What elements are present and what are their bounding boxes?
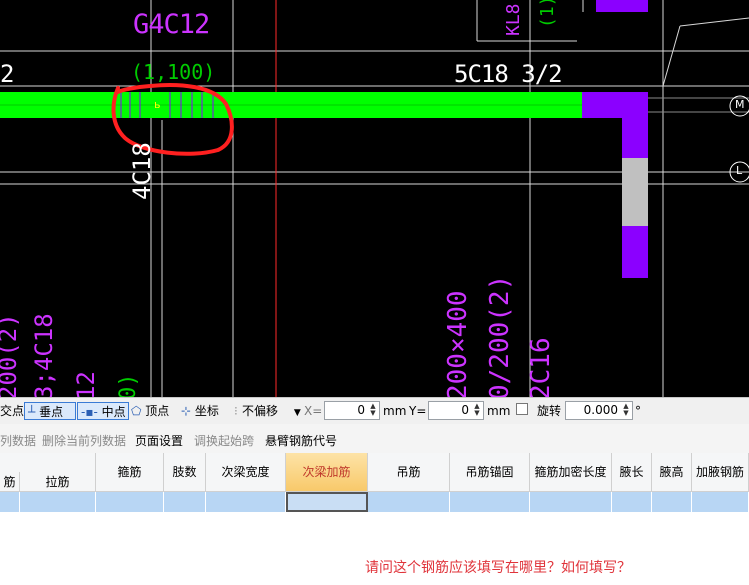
cell-zhishu[interactable] (164, 492, 206, 512)
x-label: X= (304, 404, 323, 418)
y-spinner[interactable]: ▲ ▼ (472, 403, 482, 418)
cad-drawing: ь (0, 0, 749, 397)
rotate-checkbox[interactable] (516, 403, 528, 415)
cell-ciliang-kuandu[interactable] (206, 492, 286, 512)
snap-zhongdian-button[interactable]: -▪- 中点 (77, 402, 129, 420)
header-ciliang-jiajin[interactable]: 次梁加筋 (286, 453, 368, 492)
snap-toolbar: 交点 ┴ 垂点 -▪- 中点 ⬠ 顶点 ⊹ 坐标 ⁝ 不偏移 ▼ X= 0 ▲ ▼… (0, 397, 749, 424)
header-gujin[interactable]: 箍筋 (96, 453, 164, 492)
rotate-spinner[interactable]: ▲ ▼ (621, 403, 631, 418)
dingdian-icon: ⬠ (131, 404, 142, 418)
cell-diaojin-maogu[interactable] (450, 492, 530, 512)
label-g4c12: G4C12 (133, 9, 210, 40)
cad-canvas[interactable]: ь G4C12 (1,100) 5C18 3/2 2 4C18 KL8 (1)(… (0, 0, 749, 397)
rotate-label: 旋转 (537, 404, 562, 418)
question-text: 请问这个钢筋应该填写在哪里？如何填写？ (365, 560, 631, 576)
cell-diaojin[interactable] (368, 492, 450, 512)
zuobiao-icon: ⊹ (181, 404, 192, 418)
marker-l-label: L (736, 164, 743, 177)
cell-lajin[interactable] (20, 492, 96, 512)
cell-jiaye-gangjin[interactable] (692, 492, 749, 512)
x-input-value: 0 (357, 403, 365, 417)
label-5c18: 5C18 3/2 (454, 60, 563, 88)
label-0-paren: 0) (116, 373, 141, 398)
cantilever-rebar-code-button[interactable]: 悬臂钢筋代号 (265, 432, 337, 449)
header-jiaye-gangjin[interactable]: 加腋钢筋 (692, 453, 749, 492)
delete-col-data-button[interactable]: 删除当前列数据 (42, 432, 126, 449)
snap-chuidian-button[interactable]: ┴ 垂点 (24, 402, 76, 420)
purple-column-bottom[interactable] (622, 226, 648, 278)
header-diaojin-maogu[interactable]: 吊筋锚固 (450, 453, 530, 492)
grid-toolbar: 列数据 删除当前列数据 页面设置 调换起始跨 悬臂钢筋代号 (0, 424, 749, 454)
snap-chuidian-label: 垂点 (39, 405, 64, 419)
chuidian-icon: ┴ (28, 405, 36, 419)
cell-jin[interactable] (0, 492, 20, 512)
cell-gujin-jiami-changdu[interactable] (530, 492, 612, 512)
x-spinner[interactable]: ▲ ▼ (368, 403, 378, 418)
toolbar-separator: ⁝ (234, 404, 238, 418)
purple-column-topedge[interactable] (596, 0, 648, 12)
zhongdian-icon: -▪- (81, 405, 98, 419)
table-row[interactable] (0, 492, 749, 512)
y-input-value: 0 (461, 403, 469, 417)
header-ciliang-kuandu[interactable]: 次梁宽度 (206, 453, 286, 492)
offset-select[interactable]: 不偏移 ▼ (242, 402, 301, 420)
rotate-input-value: 0.000 (583, 403, 618, 417)
label-kl8: KL8 (503, 3, 524, 36)
label-3-4c18: 3;4C18 (30, 313, 58, 397)
header-group-blank (0, 453, 96, 473)
header-yechang[interactable]: 腋长 (612, 453, 652, 492)
label-4c18: 4C18 (128, 142, 156, 200)
yellow-marker: ь (154, 98, 160, 111)
purple-column-top[interactable] (622, 118, 648, 158)
cell-yegao[interactable] (652, 492, 692, 512)
rotate-input[interactable]: 0.000 ▲ ▼ (565, 401, 633, 420)
header-jin[interactable]: 筋 (0, 472, 20, 492)
snap-zuobiao-label: 坐标 (194, 404, 219, 418)
header-gujin-jiami-changdu[interactable]: 箍筋加密长度 (530, 453, 612, 492)
y-input[interactable]: 0 ▲ ▼ (428, 401, 484, 420)
snap-dingdian-button[interactable]: ⬠ 顶点 (131, 402, 169, 420)
label-kl8-num: (1)( (537, 0, 558, 28)
label-0-200-2: 0/200(2) (485, 274, 515, 397)
degree-symbol: ° (635, 404, 641, 418)
header-zhishu[interactable]: 肢数 (164, 453, 206, 492)
label-left-200-2: 200(2) (0, 313, 22, 397)
y-label: Y= (409, 404, 427, 418)
header-diaojin[interactable]: 吊筋 (368, 453, 450, 492)
offset-select-value: 不偏移 (242, 404, 279, 418)
grey-column-segment[interactable] (622, 158, 648, 226)
chevron-down-icon: ▼ (293, 408, 301, 418)
snap-zhongdian-label: 中点 (101, 405, 126, 419)
marker-m-label: M (735, 98, 745, 111)
purple-beam-end[interactable] (582, 92, 648, 118)
header-lajin[interactable]: 拉筋 (20, 472, 96, 492)
snap-dingdian-label: 顶点 (145, 404, 170, 418)
label-200x400: 200×400 (443, 290, 473, 397)
label-span-1100: (1,100) (131, 60, 216, 84)
y-unit: mm (487, 404, 511, 418)
x-input[interactable]: 0 ▲ ▼ (324, 401, 380, 420)
adjust-start-span-button[interactable]: 调换起始跨 (194, 432, 254, 449)
beam-rebar-table: 筋 拉筋 箍筋 肢数 次梁宽度 次梁加筋 吊筋 吊筋锚固 箍筋加密长度 腋长 腋… (0, 453, 749, 515)
header-yegao[interactable]: 腋高 (652, 453, 692, 492)
col-data-button[interactable]: 列数据 (0, 432, 36, 449)
x-unit: mm (383, 404, 407, 418)
cell-yechang[interactable] (612, 492, 652, 512)
label-12: 12 (72, 371, 100, 397)
label-left-2: 2 (0, 60, 15, 88)
snap-jiaodian-button[interactable]: 交点 (0, 402, 24, 420)
page-setup-button[interactable]: 页面设置 (135, 432, 183, 449)
label-2c16: 2C16 (526, 337, 556, 397)
cell-ciliang-jiajin[interactable] (286, 492, 368, 512)
cell-gujin[interactable] (96, 492, 164, 512)
snap-zuobiao-button[interactable]: ⊹ 坐标 (181, 402, 219, 420)
